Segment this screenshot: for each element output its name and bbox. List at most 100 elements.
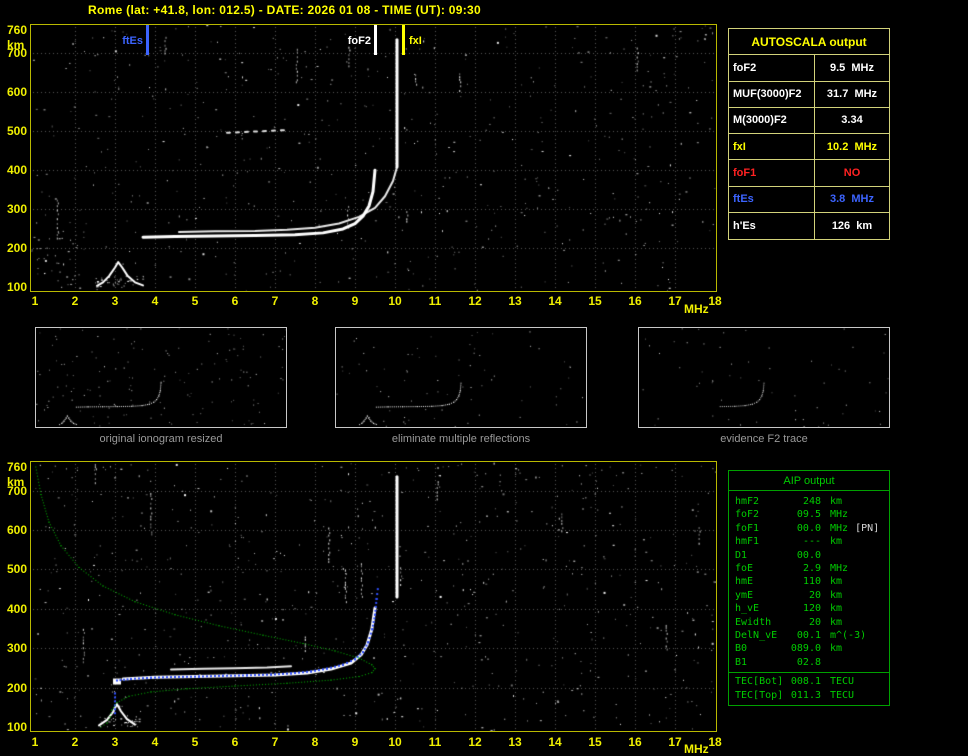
autoscala-window: Rome (lat: +41.8, lon: 012.5) - DATE: 20… bbox=[0, 0, 968, 755]
top-ionogram-plot bbox=[30, 24, 717, 292]
aip-row: B102.8 bbox=[735, 656, 885, 669]
thumbnail-caption-multiple-reflections: eliminate multiple reflections bbox=[392, 433, 530, 445]
x-tick-label: 12 bbox=[468, 295, 481, 307]
x-tick-label: 2 bbox=[72, 736, 79, 748]
thumbnail-f2-trace-canvas bbox=[639, 328, 889, 427]
autoscala-row: MUF(3000)F231.7 MHz bbox=[729, 82, 889, 108]
fxi-marker-label: fxI bbox=[409, 36, 422, 47]
x-tick-label: 14 bbox=[548, 736, 561, 748]
aip-row-value: 20 bbox=[787, 589, 821, 602]
aip-row: D100.0 bbox=[735, 549, 885, 562]
aip-output-table: AIP output hmF2248kmfoF209.5MHzfoF100.0M… bbox=[728, 470, 890, 706]
aip-row-unit: km bbox=[821, 642, 842, 655]
ftes-marker-line bbox=[146, 25, 149, 55]
aip-row-label: DelN_vE bbox=[735, 629, 787, 642]
x-tick-label: 6 bbox=[232, 295, 239, 307]
aip-row: TEC[Bot]008.1TECU bbox=[735, 675, 885, 688]
x-tick-label: 14 bbox=[548, 295, 561, 307]
aip-row-label: D1 bbox=[735, 549, 787, 562]
aip-row-value: 00.1 bbox=[787, 629, 821, 642]
station-title: Rome (lat: +41.8, lon: 012.5) - DATE: 20… bbox=[88, 3, 481, 17]
x-tick-label: 18 bbox=[708, 295, 721, 307]
aip-row: ymE20km bbox=[735, 589, 885, 602]
aip-row-label: hmF2 bbox=[735, 495, 787, 508]
x-tick-label: 15 bbox=[588, 736, 601, 748]
aip-row-value: 00.0 bbox=[787, 522, 821, 535]
aip-row-value: 2.9 bbox=[787, 562, 821, 575]
aip-row-label: foE bbox=[735, 562, 787, 575]
autoscala-row: M(3000)F23.34 bbox=[729, 108, 889, 134]
bottom-ionogram-plot bbox=[30, 461, 717, 732]
aip-row-unit: km bbox=[821, 616, 842, 629]
y-tick-label: 500 bbox=[1, 563, 27, 575]
x-tick-label: 10 bbox=[388, 736, 401, 748]
x-tick-label: 18 bbox=[708, 736, 721, 748]
autoscala-row: ftEs3.8 MHz bbox=[729, 187, 889, 213]
aip-row-unit bbox=[821, 656, 830, 669]
y-tick-label: 100 bbox=[1, 281, 27, 293]
top-ionogram-canvas bbox=[31, 25, 716, 291]
aip-row-value: 008.1 bbox=[787, 675, 821, 688]
aip-row-value: 110 bbox=[787, 575, 821, 588]
autoscala-row-label: MUF(3000)F2 bbox=[729, 82, 815, 107]
aip-row-label: Ewidth bbox=[735, 616, 787, 629]
x-tick-label: 3 bbox=[112, 295, 119, 307]
aip-row-label: hmE bbox=[735, 575, 787, 588]
top-x-axis-unit: MHz bbox=[684, 302, 709, 316]
aip-row-value: 02.8 bbox=[787, 656, 821, 669]
autoscala-output-table: AUTOSCALA output foF29.5 MHzMUF(3000)F23… bbox=[728, 28, 890, 240]
x-tick-label: 1 bbox=[32, 295, 39, 307]
x-tick-label: 15 bbox=[588, 295, 601, 307]
thumbnail-multiple-reflections bbox=[335, 327, 587, 428]
thumbnail-caption-original: original ionogram resized bbox=[100, 433, 223, 445]
x-tick-label: 11 bbox=[429, 736, 442, 748]
aip-row: foF209.5MHz bbox=[735, 508, 885, 521]
aip-row: hmE110km bbox=[735, 575, 885, 588]
aip-row: Ewidth20km bbox=[735, 616, 885, 629]
autoscala-row-value: 10.2 MHz bbox=[815, 134, 889, 159]
autoscala-row-value: 3.34 bbox=[815, 108, 889, 133]
aip-rows: hmF2248kmfoF209.5MHzfoF100.0MHz[PN]hmF1-… bbox=[729, 491, 889, 672]
y-tick-label: 700 bbox=[1, 485, 27, 497]
autoscala-row-label: M(3000)F2 bbox=[729, 108, 815, 133]
fxi-marker-line bbox=[402, 25, 405, 55]
autoscala-row-label: fxI bbox=[729, 134, 815, 159]
x-tick-label: 12 bbox=[468, 736, 481, 748]
aip-row-unit: km bbox=[821, 575, 842, 588]
x-tick-label: 9 bbox=[352, 295, 359, 307]
aip-row: foE2.9MHz bbox=[735, 562, 885, 575]
aip-row-label: hmF1 bbox=[735, 535, 787, 548]
autoscala-row-value: 9.5 MHz bbox=[815, 55, 889, 80]
aip-row-label: TEC[Top] bbox=[735, 689, 787, 702]
autoscala-row-value: 3.8 MHz bbox=[815, 187, 889, 212]
aip-row-value: 248 bbox=[787, 495, 821, 508]
aip-row-value: --- bbox=[787, 535, 821, 548]
x-tick-label: 17 bbox=[668, 736, 681, 748]
autoscala-row-label: h'Es bbox=[729, 213, 815, 239]
aip-row-label: TEC[Bot] bbox=[735, 675, 787, 688]
aip-row: B0089.0km bbox=[735, 642, 885, 655]
aip-row-unit: m^(-3) bbox=[821, 629, 866, 642]
aip-row-label: B0 bbox=[735, 642, 787, 655]
aip-row-unit: TECU bbox=[821, 675, 854, 688]
aip-row-unit: km bbox=[821, 589, 842, 602]
thumbnail-original-canvas bbox=[36, 328, 286, 427]
y-tick-label: 200 bbox=[1, 682, 27, 694]
y-tick-label: 300 bbox=[1, 642, 27, 654]
thumbnail-f2-trace bbox=[638, 327, 890, 428]
aip-row: DelN_vE00.1m^(-3) bbox=[735, 629, 885, 642]
y-tick-label: 500 bbox=[1, 125, 27, 137]
y-tick-label: 600 bbox=[1, 86, 27, 98]
fof2-marker-label: foF2 bbox=[341, 36, 371, 47]
y-tick-label: 760 bbox=[1, 461, 27, 473]
fof2-marker-line bbox=[374, 25, 377, 55]
aip-row-unit: km bbox=[821, 602, 842, 615]
ftes-marker-label: ftEs bbox=[113, 36, 143, 47]
aip-row-unit: MHz bbox=[821, 522, 848, 535]
aip-row-label: B1 bbox=[735, 656, 787, 669]
aip-row-value: 120 bbox=[787, 602, 821, 615]
aip-row-flag: [PN] bbox=[855, 522, 879, 535]
autoscala-row-value: 31.7 MHz bbox=[815, 82, 889, 107]
y-tick-label: 100 bbox=[1, 721, 27, 733]
aip-row-unit: MHz bbox=[821, 508, 848, 521]
